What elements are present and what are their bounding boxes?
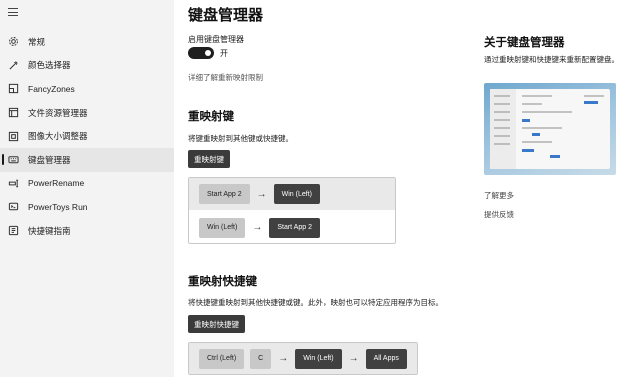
list-item[interactable]: Start App 2 → Win (Left)	[189, 178, 395, 210]
from-key: Ctrl (Left)	[199, 348, 245, 369]
remap-keys-desc: 将键重映射到其他键或快捷键。	[188, 134, 293, 143]
to-key: Win (Left)	[273, 184, 320, 204]
power-rename-icon	[7, 177, 19, 189]
sidebar-item-label: 文件资源管理器	[28, 107, 88, 118]
arrow-right-icon: →	[348, 353, 359, 364]
sidebar-item-label: 颜色选择器	[28, 60, 71, 71]
page-title: 键盘管理器	[188, 7, 264, 24]
fancyzones-icon	[7, 83, 19, 95]
gear-icon	[7, 36, 19, 48]
remap-shortcuts-list: Ctrl (Left) C → Win (Left) → All Apps	[188, 342, 418, 375]
sidebar-item-fancyzones[interactable]: FancyZones	[0, 77, 174, 101]
hamburger-menu-icon[interactable]	[8, 8, 18, 16]
from-key: Start App 2	[199, 184, 250, 204]
from-key: C	[250, 348, 272, 369]
sidebar-item-powerrename[interactable]: PowerRename	[0, 172, 174, 196]
sidebar-item-keyboard-manager[interactable]: 键盘管理器	[0, 147, 174, 172]
main-content: 键盘管理器 启用键盘管理器 开 详细了解重新映射限制 重映射键 将键重映射到其他…	[174, 0, 640, 377]
arrow-right-icon: →	[256, 188, 267, 200]
sidebar-item-label: 常规	[28, 36, 46, 47]
toggle-state-label: 开	[220, 49, 228, 58]
from-key: Win (Left)	[199, 217, 246, 238]
remap-shortcuts-desc: 将快捷键重映射到其他快捷键或键。此外，映射也可以特定应用程序为目标。	[188, 298, 443, 307]
keyboard-manager-preview-image	[484, 83, 616, 175]
sidebar-item-powertoys-run[interactable]: PowerToys Run	[0, 195, 174, 219]
remap-keys-list: Start App 2 → Win (Left) Win (Left) → St…	[188, 177, 396, 244]
sidebar-item-label: 键盘管理器	[28, 154, 71, 165]
list-item[interactable]: Ctrl (Left) C → Win (Left) → All Apps	[189, 343, 417, 374]
sidebar-item-image-resizer[interactable]: 图像大小调整器	[0, 124, 174, 148]
color-picker-icon	[7, 59, 19, 71]
sidebar-item-general[interactable]: 常规	[0, 30, 174, 54]
sidebar-item-color-picker[interactable]: 颜色选择器	[0, 54, 174, 78]
sidebar-item-label: FancyZones	[28, 83, 75, 94]
remap-shortcuts-title: 重映射快捷键	[188, 276, 257, 288]
sidebar-item-label: PowerRename	[28, 178, 85, 189]
arrow-right-icon: →	[278, 353, 289, 364]
feedback-link[interactable]: 提供反馈	[484, 209, 514, 220]
remap-keys-button[interactable]: 重映射键	[188, 150, 230, 168]
image-resizer-icon	[7, 130, 19, 142]
toggle-knob	[205, 50, 211, 56]
sidebar-item-label: PowerToys Run	[28, 201, 88, 212]
to-key: Start App 2	[269, 217, 320, 238]
list-item[interactable]: Win (Left) → Start App 2	[189, 212, 395, 243]
learn-more-link[interactable]: 了解更多	[484, 190, 514, 201]
enable-label: 启用键盘管理器	[188, 35, 244, 44]
sidebar-item-shortcut-guide[interactable]: 快捷键指南	[0, 219, 174, 243]
keyboard-icon	[7, 154, 19, 166]
sidebar-item-label: 快捷键指南	[28, 225, 71, 236]
sidebar-item-file-explorer[interactable]: 文件资源管理器	[0, 101, 174, 125]
enable-toggle[interactable]	[188, 47, 214, 59]
file-explorer-icon	[7, 107, 19, 119]
about-desc: 通过重映射键和快捷键来重新配置键盘。	[484, 55, 619, 64]
selection-indicator	[2, 153, 4, 165]
target-app: All Apps	[365, 348, 407, 369]
shortcut-guide-icon	[7, 225, 19, 237]
sidebar-nav: 常规 颜色选择器 FancyZones 文件资源管理器 图像大小调整器 键盘管理…	[0, 30, 174, 242]
remap-limits-link[interactable]: 详细了解重新映射限制	[188, 72, 263, 83]
arrow-right-icon: →	[252, 222, 263, 233]
powertoys-run-icon	[7, 201, 19, 213]
sidebar-item-label: 图像大小调整器	[28, 131, 88, 142]
about-title: 关于键盘管理器	[484, 37, 565, 49]
remap-shortcuts-button[interactable]: 重映射快捷键	[188, 315, 245, 333]
to-key: Win (Left)	[295, 348, 342, 369]
remap-keys-title: 重映射键	[188, 111, 234, 123]
sidebar: 常规 颜色选择器 FancyZones 文件资源管理器 图像大小调整器 键盘管理…	[0, 0, 174, 377]
